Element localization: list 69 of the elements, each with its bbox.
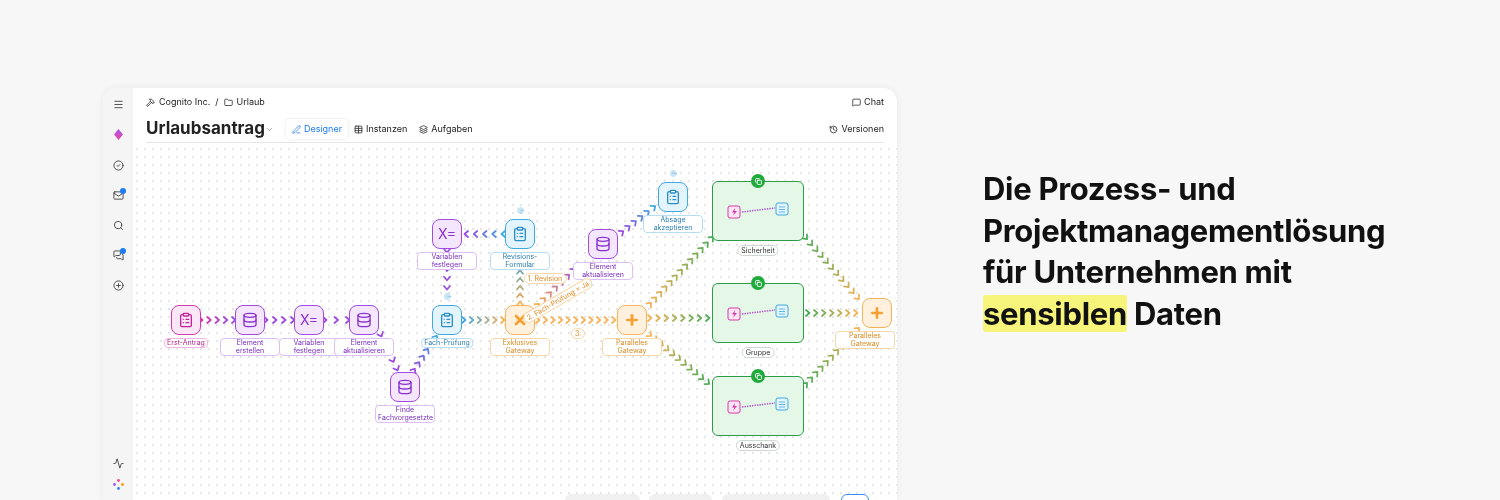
process-node[interactable]: X= (294, 305, 324, 335)
chevron-connector (322, 316, 351, 324)
chat-icon (852, 97, 862, 107)
search-icon[interactable] (112, 219, 124, 231)
table-icon (354, 124, 364, 134)
process-node[interactable] (171, 305, 201, 335)
plus-icon (624, 312, 640, 328)
check-circle-icon[interactable] (112, 159, 124, 171)
page-title: Urlaubsantrag (146, 117, 265, 141)
logo-icon[interactable] (113, 129, 123, 140)
clipboard-icon (439, 312, 455, 328)
node-symbol: X= (437, 227, 457, 241)
breadcrumb-separator: / (215, 95, 219, 109)
chevron-connector (647, 314, 711, 322)
clipboard-icon (178, 312, 194, 328)
versions-button[interactable]: Versionen (829, 122, 884, 136)
menu-icon[interactable] (112, 98, 124, 110)
group-container[interactable] (712, 181, 804, 241)
chevron-connector (263, 316, 296, 324)
group-container[interactable] (712, 283, 804, 343)
process-node[interactable] (862, 298, 892, 328)
chevron-connector (461, 316, 506, 324)
tab[interactable]: Designer (285, 119, 349, 139)
subprocess-drawing (727, 200, 789, 222)
clipboard-icon (512, 226, 528, 242)
database-icon (397, 379, 413, 395)
hammer-icon (146, 97, 155, 107)
group-container[interactable] (712, 376, 804, 436)
pen-icon (291, 124, 301, 134)
sparkle-logo-icon[interactable] (112, 479, 124, 490)
plus-icon (869, 305, 885, 321)
chevron-connector (463, 230, 506, 238)
process-node[interactable]: X= (432, 219, 462, 249)
tab[interactable]: Aufgaben (413, 119, 479, 139)
chat-icon[interactable] (112, 249, 124, 261)
history-icon (829, 124, 839, 134)
clipboard-icon (665, 189, 681, 205)
target-icon (516, 207, 524, 214)
process-node[interactable] (505, 305, 535, 335)
database-icon (356, 312, 372, 328)
add-icon[interactable] (112, 279, 124, 291)
process-node[interactable] (432, 305, 462, 335)
target-icon (669, 170, 677, 177)
target-icon (443, 293, 451, 300)
x-icon (512, 312, 528, 328)
chevron-connector (198, 316, 237, 324)
process-node[interactable] (588, 229, 618, 259)
chevron-connector (805, 309, 859, 317)
process-node[interactable] (658, 182, 688, 212)
tab[interactable]: Instanzen (348, 119, 414, 139)
database-icon (595, 236, 611, 252)
subprocess-drawing (727, 302, 789, 324)
breadcrumb-link[interactable]: Cognito Inc. (159, 95, 211, 109)
inbox-icon[interactable] (112, 189, 124, 201)
layers-icon (419, 124, 429, 134)
folder-icon (223, 97, 233, 107)
process-node[interactable] (617, 305, 647, 335)
chat-button[interactable]: Chat (852, 95, 884, 109)
node-symbol: X= (299, 313, 319, 327)
process-node[interactable] (235, 305, 265, 335)
process-node[interactable] (390, 372, 420, 402)
headline: Die Prozess- und Projektmanagementlösung für Unternehmen mit sensiblen Daten (983, 169, 1386, 334)
chevron-connector (801, 233, 860, 301)
process-node[interactable] (349, 305, 379, 335)
subprocess-drawing (727, 395, 789, 417)
database-icon (242, 312, 258, 328)
breadcrumb-link[interactable]: Urlaub (236, 95, 265, 109)
activity-icon[interactable] (112, 457, 124, 469)
process-node[interactable] (505, 219, 535, 249)
